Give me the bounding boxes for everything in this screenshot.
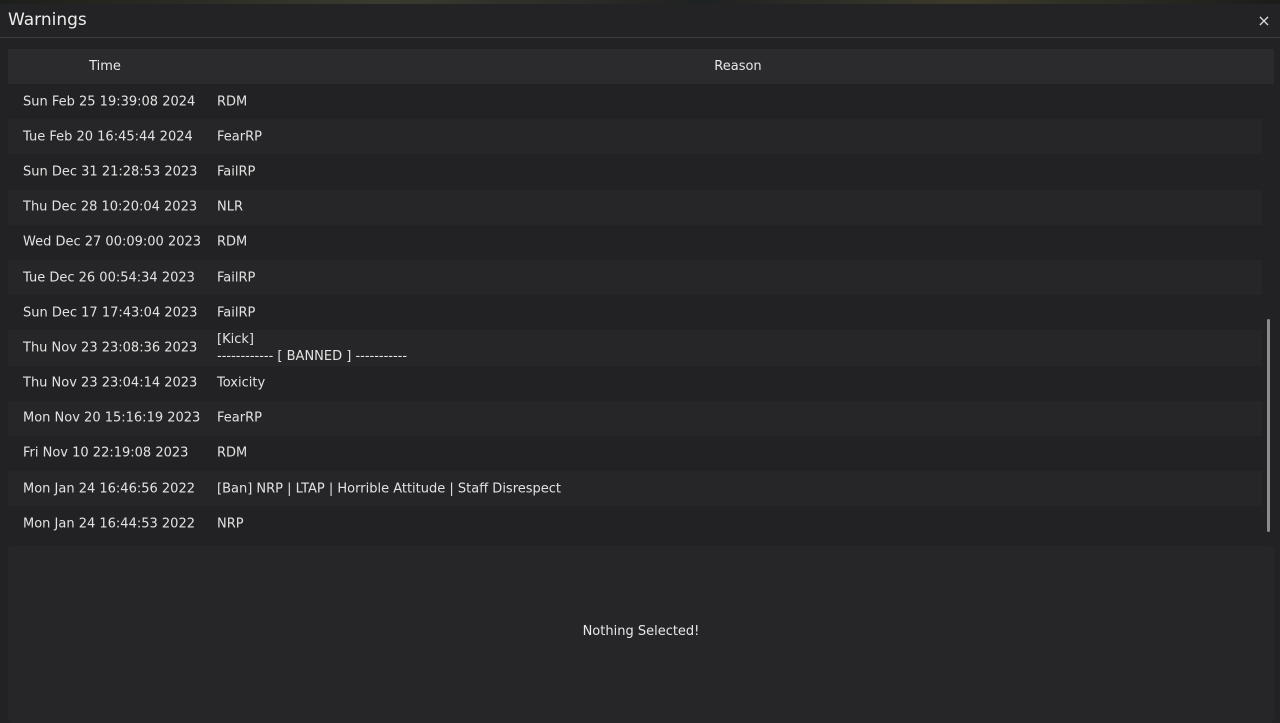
table-row[interactable]: Sun Dec 31 21:28:53 2023 FailRP — [8, 154, 1262, 190]
row-time: Wed Dec 27 00:09:00 2023 — [23, 234, 202, 250]
row-time: Mon Jan 24 16:44:53 2022 — [23, 516, 195, 532]
table-row[interactable]: Tue Dec 26 00:54:34 2023 FailRP — [8, 259, 1262, 296]
row-time: Thu Nov 23 23:08:36 2023 — [23, 340, 198, 356]
detail-empty-text: Nothing Selected! — [582, 624, 700, 639]
scrollbar-thumb[interactable] — [1267, 319, 1270, 532]
row-time: Sun Dec 17 17:43:04 2023 — [23, 305, 198, 321]
row-time: Tue Dec 26 00:54:34 2023 — [23, 270, 195, 286]
row-reason: FearRP — [217, 410, 262, 426]
row-time: Thu Dec 28 10:20:04 2023 — [23, 199, 198, 215]
row-reason: FailRP — [217, 270, 256, 286]
scrollbar[interactable] — [1264, 84, 1274, 536]
row-time: Mon Nov 20 15:16:19 2023 — [23, 410, 201, 426]
table-row[interactable]: Thu Dec 28 10:20:04 2023 NLR — [8, 189, 1262, 225]
row-time: Sun Dec 31 21:28:53 2023 — [23, 164, 198, 180]
detail-panel: Nothing Selected! — [8, 546, 1274, 723]
column-header-reason[interactable]: Reason — [202, 59, 1274, 74]
table-row[interactable]: Sun Dec 17 17:43:04 2023 FailRP — [8, 295, 1262, 331]
row-time: Sun Feb 25 19:39:08 2024 — [23, 94, 196, 110]
row-reason: RDM — [217, 445, 248, 461]
row-reason: FailRP — [217, 305, 256, 321]
table-row[interactable]: Sun Feb 25 19:39:08 2024 RDM — [8, 84, 1262, 120]
row-time: Thu Nov 23 23:04:14 2023 — [23, 375, 198, 391]
row-time: Tue Feb 20 16:45:44 2024 — [23, 129, 193, 145]
row-reason: RDM — [217, 94, 248, 110]
row-reason: NRP — [217, 516, 244, 532]
warnings-window: Warnings × Time Reason Sun Feb 25 19:39:… — [0, 4, 1280, 723]
table-row[interactable]: Wed Dec 27 00:09:00 2023 RDM — [8, 224, 1262, 260]
table-row[interactable]: Mon Jan 24 16:46:56 2022 [Ban] NRP | LTAP… — [8, 471, 1262, 507]
row-reason: [Ban] NRP | LTAP | Horrible Attitude | S… — [217, 481, 562, 497]
table-header: Time Reason — [8, 49, 1274, 84]
table-row[interactable]: Tue Feb 20 16:45:44 2024 FearRP — [8, 119, 1262, 155]
row-reason: [Kick] ------------ [ BANNED ] ---------… — [217, 331, 408, 364]
table-row[interactable]: Thu Nov 23 23:08:36 2023 [Kick] ---------… — [8, 330, 1262, 366]
row-reason: FearRP — [217, 129, 262, 145]
row-reason: Toxicity — [217, 375, 266, 391]
table-row[interactable]: Mon Nov 20 15:16:19 2023 FearRP — [8, 400, 1262, 436]
table-row[interactable]: Fri Nov 10 22:19:08 2023 RDM — [8, 435, 1262, 472]
table-body[interactable]: Sun Feb 25 19:39:08 2024 RDM Tue Feb 20 16… — [8, 84, 1262, 536]
row-reason: NLR — [217, 199, 243, 215]
row-time: Fri Nov 10 22:19:08 2023 — [23, 445, 189, 461]
title-bar: Warnings × — [0, 4, 1280, 38]
table-row[interactable]: Mon Jan 24 16:44:53 2022 NRP — [8, 506, 1262, 536]
row-time: Mon Jan 24 16:46:56 2022 — [23, 481, 195, 497]
row-reason: RDM — [217, 234, 248, 250]
window-title: Warnings — [8, 10, 87, 30]
row-reason: FailRP — [217, 164, 256, 180]
table-row[interactable]: Thu Nov 23 23:04:14 2023 Toxicity — [8, 365, 1262, 401]
warnings-table: Time Reason Sun Feb 25 19:39:08 2024 RDM T… — [8, 49, 1274, 536]
column-header-time[interactable]: Time — [8, 59, 202, 74]
close-icon[interactable]: × — [1254, 10, 1274, 30]
